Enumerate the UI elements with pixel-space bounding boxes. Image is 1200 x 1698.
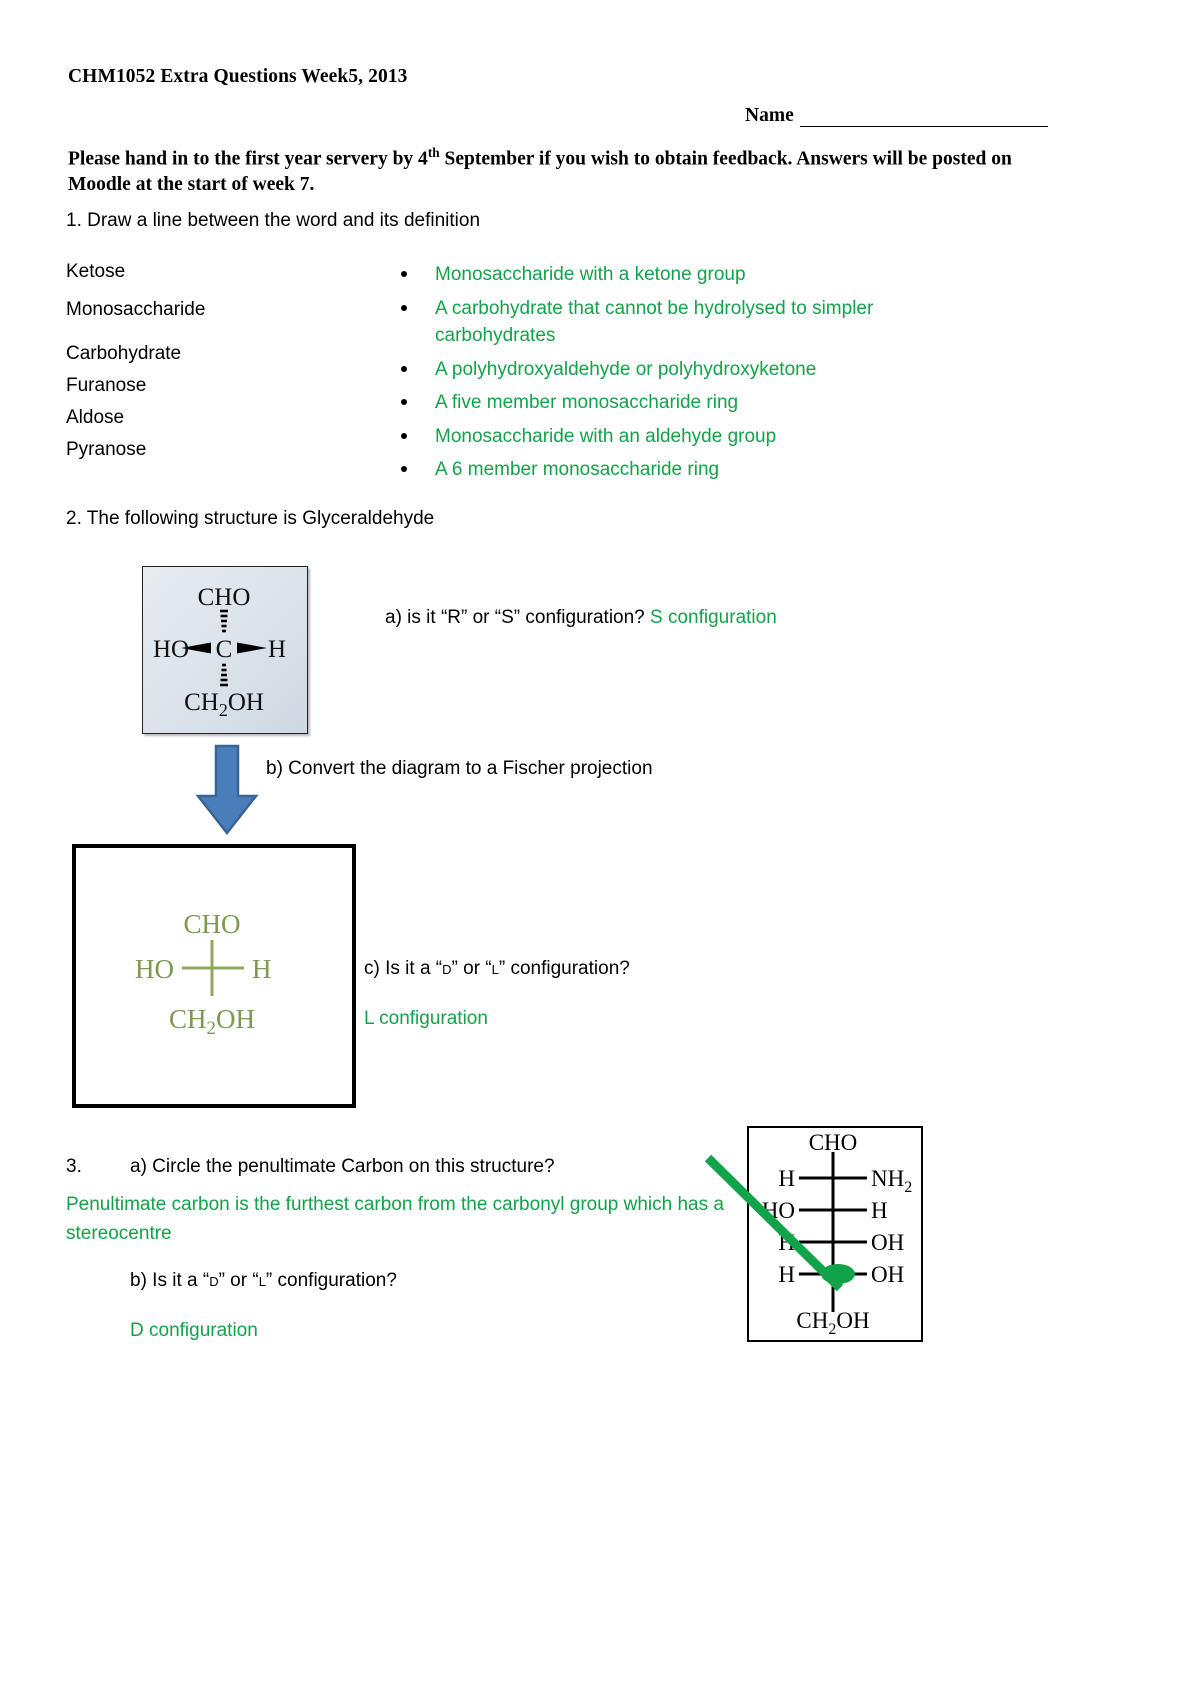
wedge-bond-right-icon xyxy=(237,642,267,654)
question-2a-answer: S configuration xyxy=(650,607,777,628)
question-2c-pre: c) Is it a “ xyxy=(364,958,443,979)
fischer-atom-cho: CHO xyxy=(183,909,240,939)
q3-row-0-left: H xyxy=(778,1166,795,1191)
question-2c-answer: L configuration xyxy=(364,1008,488,1029)
question-3b: b) Is it a “D” or “L” configuration? xyxy=(130,1270,397,1292)
list-item: A carbohydrate that cannot be hydrolysed… xyxy=(395,295,915,350)
question-2c-mid: ” or “ xyxy=(451,958,492,979)
question-3b-answer: D configuration xyxy=(130,1320,258,1341)
q3-row-1-left: HO xyxy=(762,1198,795,1223)
q3-row-1-right: H xyxy=(871,1198,888,1223)
question-3b-d: D xyxy=(209,1270,219,1291)
list-item: Monosaccharide with an aldehyde group xyxy=(395,423,915,451)
name-field-row: Name xyxy=(745,105,1048,127)
question-1-prompt: 1. Draw a line between the word and its … xyxy=(66,210,481,231)
document-page: CHM1052 Extra Questions Week5, 2013 Name… xyxy=(0,0,1200,1698)
instructions-ordinal: th xyxy=(427,145,440,160)
down-arrow-icon xyxy=(193,744,261,836)
q3-row-0-right: NH2 xyxy=(871,1166,912,1196)
atom-label-c: C xyxy=(216,636,233,663)
q3-row-3-left: H xyxy=(778,1262,795,1287)
glyceraldehyde-wedge-structure-box: CHO HO C H CH2OH xyxy=(142,566,308,734)
atom-label-ho: HO xyxy=(153,636,189,663)
question-3-structure-box: CHO H NH2 HO H H OH H OH CH2OH xyxy=(747,1126,923,1342)
question-1-word-column: Ketose Monosaccharide Carbohydrate Furan… xyxy=(66,261,366,477)
fischer-projection-svg: CHO HO H CH2OH xyxy=(135,909,272,1039)
name-label: Name xyxy=(745,105,794,126)
question-2c-l: L xyxy=(491,958,499,979)
question-2b: b) Convert the diagram to a Fischer proj… xyxy=(266,758,653,779)
question-3b-mid: ” or “ xyxy=(218,1270,259,1291)
question-1-definition-column: Monosaccharide with a ketone group A car… xyxy=(395,261,915,490)
fischer-cross-bonds xyxy=(182,940,244,996)
q3-atom-cho: CHO xyxy=(809,1130,858,1155)
hash-bond-down-icon xyxy=(220,663,228,687)
q3-atom-ch2oh: CH2OH xyxy=(796,1308,869,1336)
list-item: Monosaccharide with a ketone group xyxy=(395,261,915,289)
atom-label-ch2oh: CH2OH xyxy=(184,689,264,720)
fischer-atom-h: H xyxy=(252,954,272,984)
list-item: Monosaccharide xyxy=(66,299,206,320)
list-item: A five member monosaccharide ring xyxy=(395,389,915,417)
name-input-rule[interactable] xyxy=(799,108,1048,127)
question-2-prompt: 2. The following structure is Glyceralde… xyxy=(66,508,435,529)
page-title: CHM1052 Extra Questions Week5, 2013 xyxy=(68,66,408,87)
question-2a: a) is it “R” or “S” configuration? S con… xyxy=(385,607,777,629)
question-3-number: 3. xyxy=(66,1156,82,1177)
q3-row-3-right: OH xyxy=(871,1262,904,1287)
atom-label-h: H xyxy=(268,636,286,663)
instructions-paragraph: Please hand in to the first year servery… xyxy=(68,144,1038,198)
q3-row-2-left: H xyxy=(778,1230,795,1255)
list-item: A polyhydroxyaldehyde or polyhydroxyketo… xyxy=(395,356,915,384)
question-3-fischer-svg: CHO H NH2 HO H H OH H OH CH2OH xyxy=(762,1130,912,1338)
fischer-projection-box: CHO HO H CH2OH xyxy=(72,844,356,1108)
penultimate-carbon-circle-icon xyxy=(821,1264,855,1284)
question-2c-post: ” configuration? xyxy=(498,958,630,979)
instructions-pre: Please hand in to the first year servery… xyxy=(68,148,428,170)
glyceraldehyde-wedge-svg: CHO HO C H CH2OH xyxy=(153,584,286,720)
list-item: A 6 member monosaccharide ring xyxy=(395,456,915,484)
question-3b-pre: b) Is it a “ xyxy=(130,1270,210,1291)
fischer-atom-ch2oh: CH2OH xyxy=(169,1004,255,1039)
list-item: Furanose xyxy=(66,375,147,396)
question-3a-text: a) Circle the penultimate Carbon on this… xyxy=(130,1156,555,1177)
q3-row-2-right: OH xyxy=(871,1230,904,1255)
question-2c: c) Is it a “D” or “L” configuration? xyxy=(364,958,630,980)
list-item: Pyranose xyxy=(66,439,147,460)
list-item: Carbohydrate xyxy=(66,343,182,364)
question-3a-answer: Penultimate carbon is the furthest carbo… xyxy=(66,1194,724,1245)
question-2c-d: D xyxy=(442,958,452,979)
question-2a-text: a) is it “R” or “S” configuration? xyxy=(385,607,645,628)
question-3b-post: ” configuration? xyxy=(265,1270,397,1291)
list-item: Aldose xyxy=(66,407,125,428)
fischer-atom-ho: HO xyxy=(135,954,174,984)
atom-label-cho: CHO xyxy=(198,584,251,611)
list-item: Ketose xyxy=(66,261,126,282)
question-3b-l: L xyxy=(258,1270,266,1291)
hash-bond-up-icon xyxy=(220,609,228,633)
